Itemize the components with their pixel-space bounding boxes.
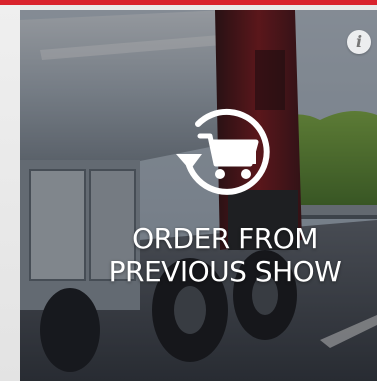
cart-reorder-icon [170,98,280,208]
info-icon[interactable]: i [347,30,371,54]
left-margin-strip [0,5,20,381]
tile-title-line-2: PREVIOUS SHOW [108,255,342,288]
tile-title-line-1: ORDER FROM [132,222,318,255]
tile-frame: ORDER FROM PREVIOUS SHOW i [0,0,377,381]
tile-title: ORDER FROM PREVIOUS SHOW [90,222,360,288]
header-accent-bar [0,0,377,5]
order-from-previous-show-tile[interactable]: ORDER FROM PREVIOUS SHOW [20,10,377,381]
